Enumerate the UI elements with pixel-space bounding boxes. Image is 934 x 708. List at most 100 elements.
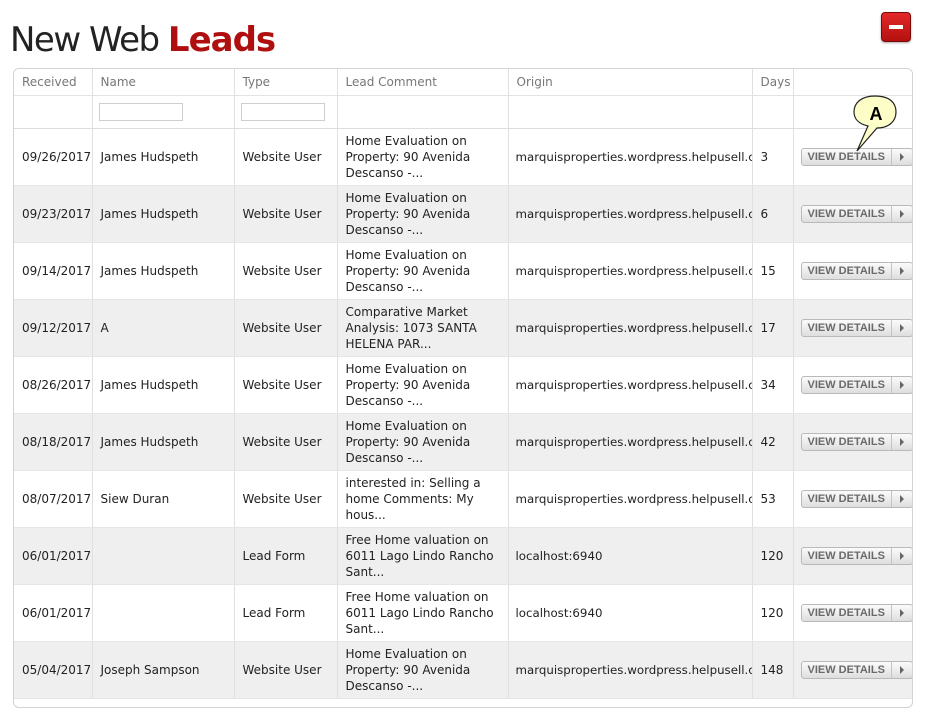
page-title-prefix: New Web [10,20,160,60]
cell-comment: Home Evaluation on Property: 90 Avenida … [337,641,509,699]
cell-name: James Hudspeth [92,242,235,300]
cell-comment: Free Home valuation on 6011 Lago Lindo R… [337,584,509,642]
cell-action: VIEW DETAILS [793,185,912,243]
cell-days: 120 [752,584,794,642]
cell-name: James Hudspeth [92,413,235,471]
cell-type: Website User [234,299,338,357]
arrow-right-icon [892,434,912,450]
view-details-label: VIEW DETAILS [802,491,892,507]
view-details-label: VIEW DETAILS [802,206,892,222]
table-row[interactable]: 09/12/2017 A Website User Comparative Marke… [14,299,912,357]
name-filter-input[interactable] [98,103,183,121]
leads-table: Received Name Type Lead Comment Origin D… [14,69,912,699]
arrow-right-icon [892,206,912,222]
view-details-button[interactable]: VIEW DETAILS [800,205,912,223]
view-details-button[interactable]: VIEW DETAILS [800,319,912,337]
cell-received: 06/01/2017 [14,527,93,585]
page-title: New Web Leads [10,20,276,60]
column-header-origin[interactable]: Origin [508,69,753,96]
view-details-button[interactable]: VIEW DETAILS [800,433,912,451]
view-details-button[interactable]: VIEW DETAILS [800,490,912,508]
cell-type: Website User [234,128,338,186]
callout-label: A [870,104,883,124]
cell-name: James Hudspeth [92,356,235,414]
cell-type: Website User [234,413,338,471]
cell-origin: localhost:6940 [508,527,753,585]
cell-days: 53 [752,470,794,528]
cell-action: VIEW DETAILS [793,356,912,414]
cell-type: Website User [234,641,338,699]
view-details-button[interactable]: VIEW DETAILS [800,604,912,622]
type-filter-input[interactable] [240,103,325,121]
cell-comment: interested in: Selling a home Comments: … [337,470,509,528]
cell-days: 6 [752,185,794,243]
view-details-label: VIEW DETAILS [802,605,892,621]
view-details-button[interactable]: VIEW DETAILS [800,547,912,565]
table-row[interactable]: 09/26/2017 James Hudspeth Website User Home… [14,128,912,186]
cell-days: 3 [752,128,794,186]
cell-origin: localhost:6940 [508,584,753,642]
column-header-name[interactable]: Name [92,69,235,96]
cell-received: 08/26/2017 [14,356,93,414]
cell-comment: Free Home valuation on 6011 Lago Lindo R… [337,527,509,585]
cell-origin: marquisproperties.wordpress.helpusell.co… [508,641,753,699]
cell-received: 09/12/2017 [14,299,93,357]
cell-name: Joseph Sampson [92,641,235,699]
leads-grid: Received Name Type Lead Comment Origin D… [13,68,913,708]
cell-days: 17 [752,299,794,357]
column-header-type[interactable]: Type [234,69,338,96]
header-row: Received Name Type Lead Comment Origin D… [14,69,912,96]
cell-days: 15 [752,242,794,300]
cell-comment: Home Evaluation on Property: 90 Avenida … [337,413,509,471]
cell-received: 09/14/2017 [14,242,93,300]
cell-days: 148 [752,641,794,699]
collapse-button[interactable] [881,12,911,42]
cell-type: Website User [234,356,338,414]
cell-action: VIEW DETAILS [793,470,912,528]
cell-comment: Home Evaluation on Property: 90 Avenida … [337,242,509,300]
column-header-received[interactable]: Received [14,69,93,96]
minus-icon [889,25,903,29]
table-row[interactable]: 05/04/2017 Joseph Sampson Website User Home… [14,641,912,699]
table-row[interactable]: 08/18/2017 James Hudspeth Website User Home… [14,413,912,471]
table-row[interactable]: 08/26/2017 James Hudspeth Website User Home… [14,356,912,414]
cell-type: Website User [234,185,338,243]
cell-origin: marquisproperties.wordpress.helpusell.co… [508,299,753,357]
cell-type: Website User [234,242,338,300]
page-title-accent: Leads [167,20,276,60]
cell-comment: Home Evaluation on Property: 90 Avenida … [337,356,509,414]
callout-annotation: A [853,95,897,152]
cell-comment: Comparative Market Analysis: 1073 SANTA … [337,299,509,357]
arrow-right-icon [892,548,912,564]
cell-days: 120 [752,527,794,585]
view-details-label: VIEW DETAILS [802,434,892,450]
column-header-actions [793,69,912,96]
cell-name: James Hudspeth [92,128,235,186]
view-details-button[interactable]: VIEW DETAILS [800,376,912,394]
table-row[interactable]: 06/01/2017 Lead Form Free Home valuation o… [14,527,912,585]
cell-origin: marquisproperties.wordpress.helpusell.co… [508,242,753,300]
cell-received: 08/07/2017 [14,470,93,528]
cell-action: VIEW DETAILS [793,584,912,642]
cell-action: VIEW DETAILS [793,413,912,471]
column-header-days[interactable]: Days [752,69,794,96]
cell-received: 06/01/2017 [14,584,93,642]
view-details-label: VIEW DETAILS [802,662,892,678]
table-row[interactable]: 06/01/2017 Lead Form Free Home valuation o… [14,584,912,642]
cell-type: Lead Form [234,584,338,642]
column-header-lead-comment[interactable]: Lead Comment [337,69,509,96]
cell-received: 08/18/2017 [14,413,93,471]
view-details-button[interactable]: VIEW DETAILS [800,262,912,280]
arrow-right-icon [892,662,912,678]
table-row[interactable]: 08/07/2017 Siew Duran Website User interest… [14,470,912,528]
cell-name [92,527,235,585]
cell-name: Siew Duran [92,470,235,528]
cell-comment: Home Evaluation on Property: 90 Avenida … [337,185,509,243]
view-details-button[interactable]: VIEW DETAILS [800,661,912,679]
view-details-label: VIEW DETAILS [802,320,892,336]
table-row[interactable]: 09/14/2017 James Hudspeth Website User Home… [14,242,912,300]
cell-type: Lead Form [234,527,338,585]
table-row[interactable]: 09/23/2017 James Hudspeth Website User Home… [14,185,912,243]
cell-action: VIEW DETAILS [793,641,912,699]
cell-origin: marquisproperties.wordpress.helpusell.co… [508,185,753,243]
